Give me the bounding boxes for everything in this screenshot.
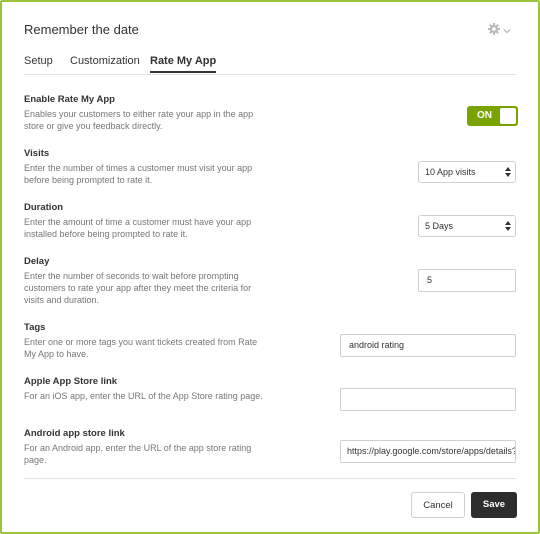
chevron-down-icon [503, 22, 511, 40]
enable-label: Enable Rate My App [24, 94, 115, 105]
dialog-title: Remember the date [24, 22, 139, 37]
apple-link-label: Apple App Store link [24, 376, 118, 387]
delay-input[interactable]: 5 [418, 269, 516, 292]
android-link-label: Android app store link [24, 428, 125, 439]
visits-description: Enter the number of times a customer mus… [24, 163, 253, 185]
visits-select[interactable]: 10 App visits [418, 161, 516, 183]
rate-my-app-dialog: Remember the date Setup Customization Ra… [0, 0, 540, 534]
duration-label: Duration [24, 202, 64, 213]
delay-description: Enter the number of seconds to wait befo… [24, 271, 252, 305]
duration-description: Enter the amount of time a customer must… [24, 217, 252, 239]
visits-label: Visits [24, 148, 50, 159]
delay-label: Delay [24, 256, 50, 267]
visits-select-value: 10 App visits [425, 167, 476, 177]
tags-input[interactable]: android rating [340, 334, 516, 357]
apple-link-description: For an iOS app, enter the URL of the App… [24, 391, 263, 401]
enable-description: Enables your customers to either rate yo… [24, 109, 254, 131]
select-arrows-icon [505, 167, 511, 177]
tags-label: Tags [24, 322, 46, 333]
settings-menu[interactable] [488, 22, 511, 40]
tags-description: Enter one or more tags you want tickets … [24, 337, 258, 359]
footer-divider [24, 478, 516, 479]
tab-bar: Setup Customization Rate My App [24, 54, 516, 75]
duration-select-value: 5 Days [425, 221, 454, 231]
tab-setup[interactable]: Setup [24, 54, 53, 73]
toggle-on-label: ON [477, 110, 492, 121]
tab-customization[interactable]: Customization [70, 54, 140, 73]
save-button[interactable]: Save [471, 492, 517, 518]
android-link-description: For an Android app, enter the URL of the… [24, 443, 252, 465]
gear-icon [488, 22, 500, 40]
tab-rate-my-app[interactable]: Rate My App [150, 54, 217, 73]
select-arrows-icon [505, 221, 511, 231]
cancel-button[interactable]: Cancel [411, 492, 465, 518]
duration-select[interactable]: 5 Days [418, 215, 516, 237]
apple-link-input[interactable] [340, 388, 516, 411]
android-link-input[interactable]: https://play.google.com/store/apps/detai… [340, 440, 516, 463]
enable-toggle[interactable]: ON [467, 106, 518, 126]
toggle-knob [500, 108, 516, 124]
